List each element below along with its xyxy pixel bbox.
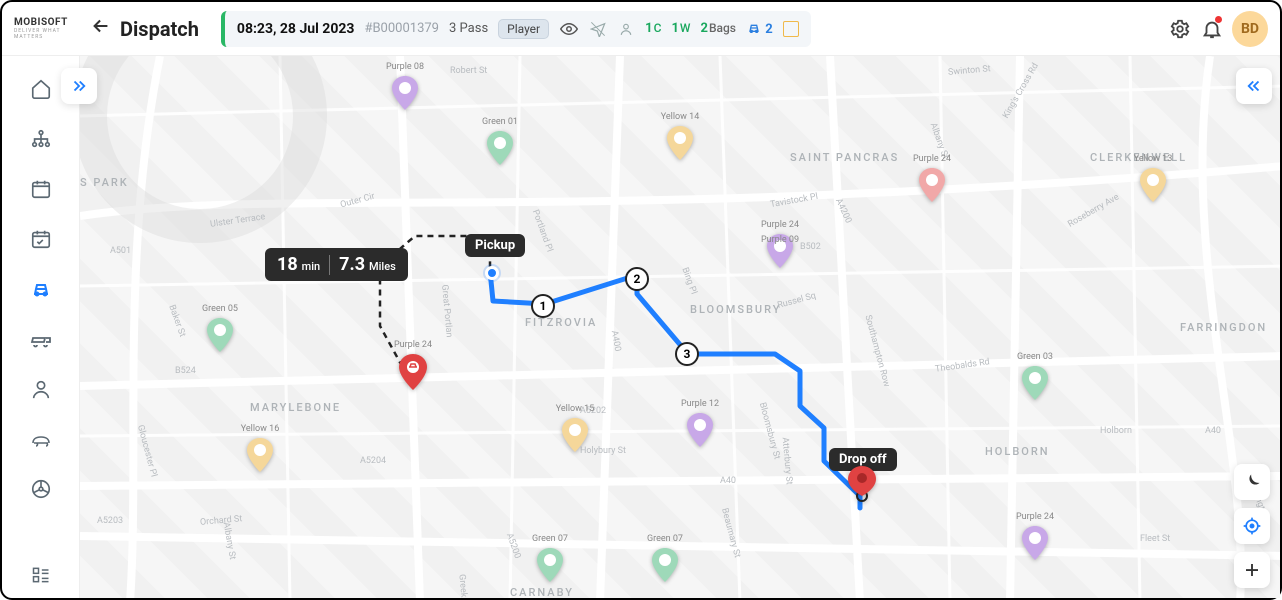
district-label: MARYLEBONE — [250, 401, 341, 414]
district-label: FITZROVIA — [525, 316, 597, 329]
district-label: HOLBORN — [985, 445, 1050, 458]
district-label: SAINT PANCRAS — [790, 151, 899, 164]
calendar-icon — [30, 178, 52, 200]
home-icon — [30, 78, 52, 100]
sidebar-expand-button[interactable] — [61, 68, 97, 104]
sidebar-org[interactable] — [18, 116, 64, 162]
sidebar-home[interactable] — [18, 66, 64, 112]
logo: MOBISOFTDELIVER WHAT MATTERS — [14, 17, 82, 40]
user-avatar[interactable]: BD — [1232, 11, 1268, 47]
road-label: Fleet St — [1140, 534, 1170, 544]
dropoff-pin[interactable] — [848, 466, 876, 506]
booking-id: #B00001379 — [364, 21, 439, 36]
road-label: B524 — [175, 366, 196, 376]
arrow-left-icon — [90, 15, 112, 37]
vehicle-pin[interactable]: Yellow 15 — [562, 418, 588, 456]
chevron-double-right-icon — [70, 77, 88, 95]
road-label: B502 — [800, 242, 821, 252]
sidebar-car-outline[interactable] — [18, 416, 64, 462]
booking-info-strip: 08:23, 28 Jul 2023 #B00001379 3 Pass Pla… — [221, 11, 811, 47]
sidebar-calendar-alt[interactable] — [18, 216, 64, 262]
booking-datetime: 08:23, 28 Jul 2023 — [237, 21, 355, 37]
sidebar-calendar[interactable] — [18, 166, 64, 212]
vehicle-pin[interactable]: Green 07 — [652, 548, 678, 586]
waypoint-2[interactable]: 2 — [625, 267, 649, 291]
passenger-chip[interactable]: Player — [498, 19, 549, 39]
moon-icon — [1242, 472, 1262, 492]
fleet-icon — [29, 327, 53, 351]
vehicle-pin[interactable]: Yellow 16 — [247, 438, 273, 476]
token-vehicles: 2 — [746, 20, 773, 37]
plane-icon — [589, 20, 607, 38]
gear-icon — [1169, 18, 1191, 40]
vehicle-pin[interactable]: Purple 08 — [392, 76, 418, 114]
district-label: FARRINGDON — [1180, 321, 1267, 334]
pickup-badge: Pickup — [465, 234, 525, 257]
sidebar — [2, 56, 80, 598]
sidebar-dispatch[interactable] — [18, 266, 64, 312]
sidebar-profile[interactable] — [18, 366, 64, 412]
back-button[interactable] — [90, 15, 112, 42]
person-icon — [617, 20, 635, 38]
token-c: 1C — [645, 21, 661, 36]
road-label: A5204 — [360, 456, 386, 466]
pickup-point — [485, 266, 499, 280]
chevron-double-left-icon — [1245, 77, 1263, 95]
road-label: Holborn — [1100, 426, 1132, 436]
sidebar-fleet[interactable] — [18, 316, 64, 362]
map[interactable]: SAINT PANCRAS CLERKENWELL BLOOMSBURY FIT… — [80, 56, 1280, 598]
locate-button[interactable] — [1234, 508, 1270, 544]
vehicle-pin[interactable]: Purple 24 — [1022, 526, 1048, 564]
driver-pin[interactable]: Purple 24 — [399, 354, 427, 394]
district-label: CARNABY — [510, 586, 574, 598]
calendar-check-icon — [30, 228, 52, 250]
sidebar-steering[interactable] — [18, 466, 64, 512]
notifications-button[interactable] — [1200, 17, 1224, 41]
car-icon — [29, 277, 53, 301]
token-bags: 2Bags — [700, 21, 736, 36]
right-panel-collapse[interactable] — [1236, 68, 1272, 104]
vehicle-pin[interactable]: Purple 12 — [687, 413, 713, 451]
vehicle-pin[interactable]: Green 03 — [1022, 366, 1048, 404]
layout-icon — [31, 565, 51, 585]
zoom-in-button[interactable] — [1234, 552, 1270, 588]
car-outline-icon — [29, 427, 53, 451]
eye-icon[interactable] — [559, 19, 579, 39]
settings-button[interactable] — [1168, 17, 1192, 41]
locate-icon — [1242, 516, 1262, 536]
token-w: 1W — [671, 21, 690, 36]
plus-icon — [1243, 561, 1261, 579]
waypoint-1[interactable]: 1 — [531, 294, 555, 318]
topbar: MOBISOFTDELIVER WHAT MATTERS Dispatch 08… — [2, 2, 1280, 56]
sidebar-collapse[interactable] — [18, 552, 64, 598]
road-label: A40 — [1205, 426, 1221, 436]
sticky-note-icon[interactable] — [783, 21, 799, 37]
vehicle-pin[interactable]: Green 07 — [537, 548, 563, 586]
vehicle-pin[interactable]: Green 01 — [487, 131, 513, 169]
road-label: A40 — [720, 476, 736, 486]
district-label: BLOOMSBURY — [690, 303, 782, 316]
vehicle-pin[interactable]: Purple 24 — [919, 168, 945, 206]
notification-dot — [1215, 16, 1222, 23]
road-label: A501 — [110, 246, 131, 256]
road-label: A5203 — [97, 516, 123, 526]
district-label: S PARK — [80, 176, 129, 189]
vehicle-pin[interactable]: Yellow 14 — [667, 126, 693, 164]
road-label: Robert St — [450, 66, 487, 76]
passenger-count: 3 Pass — [449, 21, 488, 36]
theme-toggle[interactable] — [1234, 464, 1270, 500]
vehicle-pin[interactable]: Yellow 13 — [1140, 168, 1166, 206]
waypoint-3[interactable]: 3 — [675, 342, 699, 366]
steering-icon — [30, 478, 52, 500]
person-icon — [30, 378, 52, 400]
eta-badge: 18 min 7.3 Miles — [265, 248, 408, 281]
vehicle-pin[interactable]: Green 05 — [207, 318, 233, 356]
org-icon — [30, 128, 52, 150]
page-title: Dispatch — [120, 17, 199, 41]
